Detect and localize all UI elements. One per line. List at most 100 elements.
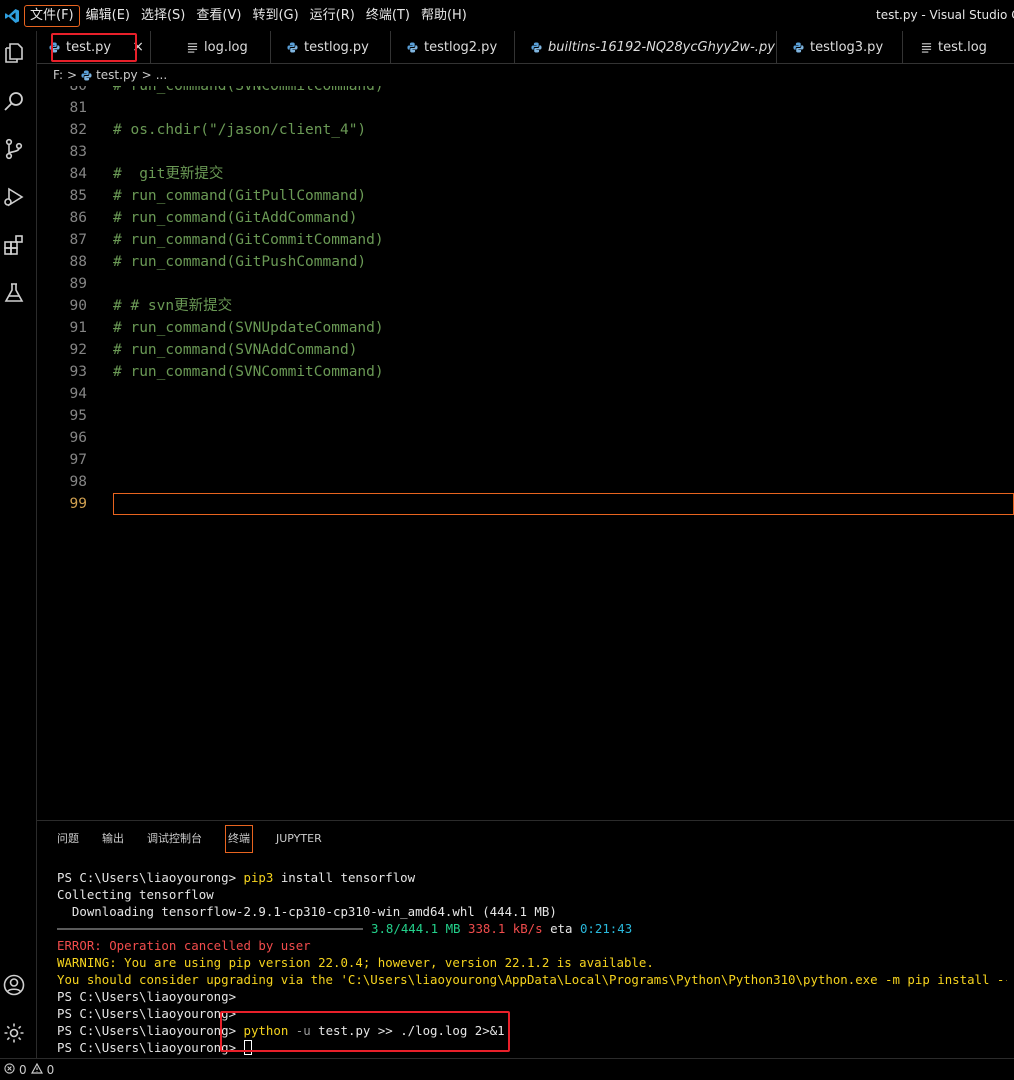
- line-number: 88: [69, 254, 87, 270]
- code-line: 88 # run_command(GitPushCommand): [37, 251, 1014, 273]
- eta-value: 0:21:43: [579, 921, 633, 936]
- code-line: 89: [37, 273, 1014, 295]
- breadcrumb: F: > test.py > ...: [37, 64, 1014, 86]
- tab-problems[interactable]: 问题: [57, 825, 79, 853]
- testing-flask-icon[interactable]: [0, 279, 28, 307]
- line-number: 80: [69, 86, 87, 94]
- menu-terminal[interactable]: 终端(T): [361, 5, 415, 27]
- terminal-line: Collecting tensorflow: [57, 887, 214, 902]
- warning-count[interactable]: 0: [47, 1063, 55, 1077]
- breadcrumb-more[interactable]: ...: [156, 68, 167, 82]
- run-debug-icon[interactable]: [0, 183, 28, 211]
- account-icon[interactable]: [0, 971, 28, 999]
- panel-tabs: 问题 输出 调试控制台 终端 JUPYTER: [37, 821, 1014, 857]
- terminal-flag: -u: [295, 1023, 311, 1038]
- download-size: 3.8/444.1 MB: [371, 921, 461, 936]
- activity-bar: [0, 31, 37, 1058]
- line-number: 94: [69, 386, 87, 402]
- current-line-highlight: [113, 493, 1014, 515]
- code-text: # run_command(GitPullCommand): [113, 188, 367, 204]
- code-text: # run_command(SVNCommitCommand): [113, 364, 384, 380]
- tab-jupyter[interactable]: JUPYTER: [276, 825, 322, 853]
- warning-icon[interactable]: [30, 1062, 43, 1077]
- breadcrumb-separator: >: [141, 68, 152, 82]
- python-file-icon: [287, 42, 298, 53]
- tab-label: test.py: [66, 40, 112, 55]
- code-text: # run_command(GitPushCommand): [113, 254, 367, 270]
- download-speed: 338.1 kB/s: [468, 921, 543, 936]
- line-number: 84: [69, 166, 87, 182]
- line-number: 93: [69, 364, 87, 380]
- terminal-line: PS C:\Users\liaoyourong>: [57, 1006, 237, 1021]
- line-number: 92: [69, 342, 87, 358]
- code-line: 85 # run_command(GitPullCommand): [37, 185, 1014, 207]
- code-line: 83: [37, 141, 1014, 163]
- code-line: 96: [37, 427, 1014, 449]
- code-line: 84 # git更新提交: [37, 163, 1014, 185]
- tab-output[interactable]: 输出: [102, 825, 124, 853]
- terminal-output[interactable]: PS C:\Users\liaoyourong> pip3 install te…: [57, 869, 1007, 1056]
- code-editor[interactable]: 80 # run_command(SVNCommitCommand) 81 82 #…: [37, 86, 1014, 820]
- menu-help[interactable]: 帮助(H): [416, 5, 472, 27]
- code-line: 95: [37, 405, 1014, 427]
- menu-edit[interactable]: 编辑(E): [81, 5, 135, 27]
- text-file-icon: [187, 42, 198, 53]
- line-number: 81: [69, 100, 87, 116]
- code-text: # run_command(GitAddCommand): [113, 210, 358, 226]
- tab-testlog-py[interactable]: testlog.py: [271, 31, 391, 64]
- code-line: 91 # run_command(SVNUpdateCommand): [37, 317, 1014, 339]
- menu-file[interactable]: 文件(F): [24, 4, 80, 27]
- text-file-icon: [921, 42, 932, 53]
- tab-testlog2-py[interactable]: testlog2.py: [391, 31, 515, 64]
- explorer-icon[interactable]: [0, 39, 28, 67]
- tab-debug-console[interactable]: 调试控制台: [147, 825, 202, 853]
- title-bar: 文件(F) 编辑(E) 选择(S) 查看(V) 转到(G) 运行(R) 终端(T…: [0, 0, 1014, 31]
- menu-run[interactable]: 运行(R): [305, 5, 360, 27]
- terminal-line-input: PS C:\Users\liaoyourong>: [57, 1039, 1007, 1056]
- download-progress-bar: [57, 928, 363, 930]
- code-text: # os.chdir("/jason/client_4"): [113, 122, 367, 138]
- terminal-line-error: ERROR: Operation cancelled by user: [57, 938, 311, 953]
- terminal-cursor: [243, 1040, 252, 1055]
- line-number: 99: [69, 496, 87, 512]
- breadcrumb-file[interactable]: test.py: [96, 68, 138, 82]
- code-line: 93 # run_command(SVNCommitCommand): [37, 361, 1014, 383]
- python-file-icon: [407, 42, 418, 53]
- code-line: 81: [37, 97, 1014, 119]
- tab-terminal[interactable]: 终端: [225, 825, 253, 853]
- tab-testlog3-py[interactable]: testlog3.py: [777, 31, 903, 64]
- tab-label: testlog2.py: [424, 40, 498, 55]
- line-number: 91: [69, 320, 87, 336]
- tab-builtins-py[interactable]: builtins-16192-NQ28ycGhyy2w-.py: [515, 31, 777, 64]
- terminal-args: install tensorflow: [280, 870, 416, 885]
- line-number: 90: [69, 298, 87, 314]
- line-number: 97: [69, 452, 87, 468]
- terminal-prompt: PS C:\Users\liaoyourong>: [57, 870, 237, 885]
- terminal-command: pip3: [243, 870, 274, 885]
- tab-test-log[interactable]: test.log: [903, 31, 1014, 64]
- line-number: 82: [69, 122, 87, 138]
- settings-gear-icon[interactable]: [0, 1019, 28, 1047]
- menu-view[interactable]: 查看(V): [191, 5, 246, 27]
- terminal-args: test.py >> ./log.log 2>&1: [318, 1023, 505, 1038]
- code-text: # # svn更新提交: [113, 298, 233, 314]
- code-text: # run_command(SVNUpdateCommand): [113, 320, 384, 336]
- code-line: 82 # os.chdir("/jason/client_4"): [37, 119, 1014, 141]
- source-control-icon[interactable]: [0, 135, 28, 163]
- tab-label: builtins-16192-NQ28ycGhyy2w-.py: [548, 40, 775, 55]
- error-icon[interactable]: [4, 1062, 15, 1077]
- search-icon[interactable]: [0, 87, 28, 115]
- error-count[interactable]: 0: [19, 1063, 27, 1077]
- python-file-icon: [531, 42, 542, 53]
- tab-log-log[interactable]: log.log: [151, 31, 271, 64]
- close-icon[interactable]: ×: [132, 39, 144, 55]
- code-text: # run_command(SVNCommitCommand): [113, 86, 384, 94]
- code-line: 90 # # svn更新提交: [37, 295, 1014, 317]
- breadcrumb-drive[interactable]: F:: [53, 68, 63, 82]
- menu-go[interactable]: 转到(G): [247, 5, 303, 27]
- menu-selection[interactable]: 选择(S): [136, 5, 190, 27]
- vscode-logo-icon: [0, 0, 24, 31]
- code-line: 80 # run_command(SVNCommitCommand): [37, 86, 1014, 97]
- tab-test-py[interactable]: test.py ×: [37, 31, 151, 64]
- extensions-icon[interactable]: [0, 231, 28, 259]
